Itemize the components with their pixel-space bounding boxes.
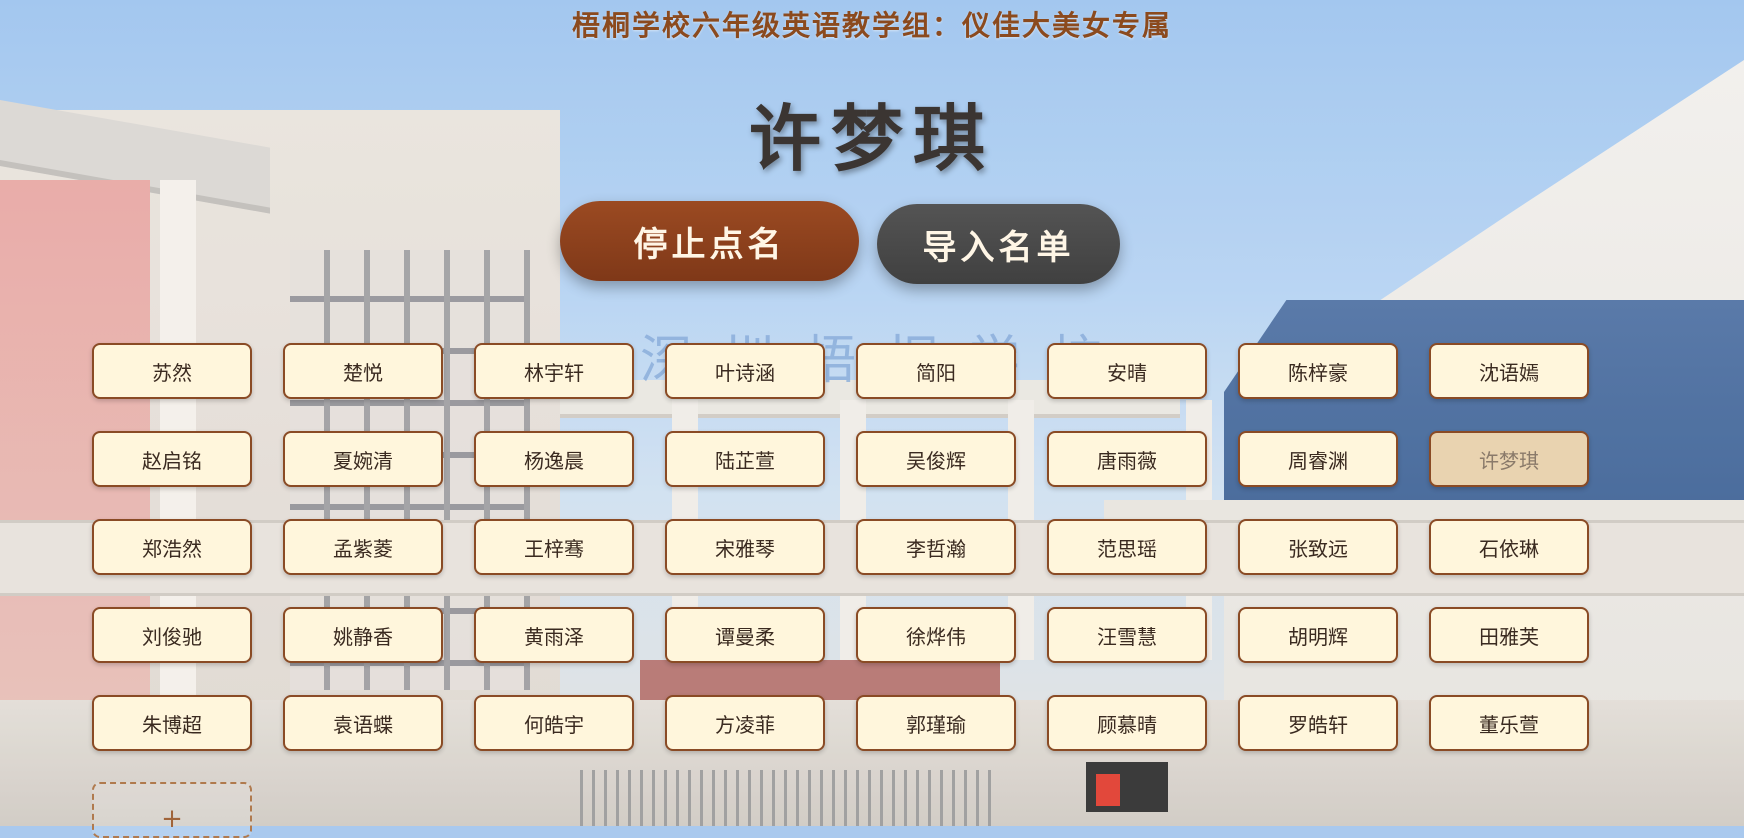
student-card[interactable]: 苏然 [92, 343, 252, 399]
add-student-button[interactable]: + [92, 782, 252, 838]
student-card[interactable]: 王梓骞 [474, 519, 634, 575]
student-card[interactable]: 董乐萱 [1429, 695, 1589, 751]
student-card[interactable]: 罗皓轩 [1238, 695, 1398, 751]
student-card[interactable]: 张致远 [1238, 519, 1398, 575]
student-card[interactable]: 郭瑾瑜 [856, 695, 1016, 751]
student-card[interactable]: 谭曼柔 [665, 607, 825, 663]
student-card[interactable]: 吴俊辉 [856, 431, 1016, 487]
student-card[interactable]: 周睿渊 [1238, 431, 1398, 487]
student-card[interactable]: 林宇轩 [474, 343, 634, 399]
current-name-display: 许梦琪 [748, 96, 995, 181]
student-card[interactable]: 朱博超 [92, 695, 252, 751]
stop-roll-call-button[interactable]: 停止点名 [560, 201, 859, 281]
student-card[interactable]: 安晴 [1047, 343, 1207, 399]
student-card[interactable]: 汪雪慧 [1047, 607, 1207, 663]
student-card[interactable]: 陈梓豪 [1238, 343, 1398, 399]
student-card[interactable]: 方凌菲 [665, 695, 825, 751]
student-card[interactable]: 宋雅琴 [665, 519, 825, 575]
student-card[interactable]: 夏婉清 [283, 431, 443, 487]
student-card-selected[interactable]: 许梦琪 [1429, 431, 1589, 487]
student-card[interactable]: 陆芷萱 [665, 431, 825, 487]
student-card[interactable]: 叶诗涵 [665, 343, 825, 399]
student-card[interactable]: 徐烨伟 [856, 607, 1016, 663]
student-card[interactable]: 楚悦 [283, 343, 443, 399]
student-card[interactable]: 唐雨薇 [1047, 431, 1207, 487]
plus-icon: + [161, 804, 183, 834]
student-card[interactable]: 何皓宇 [474, 695, 634, 751]
student-card[interactable]: 田雅芙 [1429, 607, 1589, 663]
student-card[interactable]: 袁语蝶 [283, 695, 443, 751]
student-card[interactable]: 杨逸晨 [474, 431, 634, 487]
import-list-button[interactable]: 导入名单 [877, 204, 1120, 284]
student-card[interactable]: 范思瑶 [1047, 519, 1207, 575]
student-card[interactable]: 黄雨泽 [474, 607, 634, 663]
student-card[interactable]: 胡明辉 [1238, 607, 1398, 663]
student-card[interactable]: 刘俊驰 [92, 607, 252, 663]
student-card[interactable]: 沈语嫣 [1429, 343, 1589, 399]
student-card[interactable]: 李哲瀚 [856, 519, 1016, 575]
student-card[interactable]: 简阳 [856, 343, 1016, 399]
student-card[interactable]: 石依琳 [1429, 519, 1589, 575]
student-card[interactable]: 顾慕晴 [1047, 695, 1207, 751]
student-card[interactable]: 姚静香 [283, 607, 443, 663]
page-subtitle: 梧桐学校六年级英语教学组：仪佳大美女专属 [571, 9, 1172, 42]
student-card[interactable]: 赵启铭 [92, 431, 252, 487]
student-card[interactable]: 郑浩然 [92, 519, 252, 575]
student-card[interactable]: 孟紫菱 [283, 519, 443, 575]
